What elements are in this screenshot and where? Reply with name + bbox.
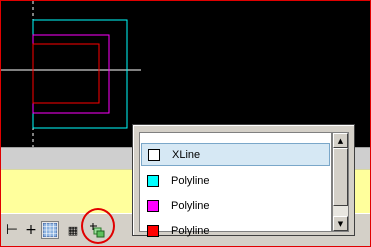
list-item[interactable]: Polyline [141,194,330,217]
crosshair-icon[interactable]: + [22,221,40,239]
color-swatch-white [148,148,160,161]
list-item[interactable]: Polyline [141,219,330,242]
ortho-icon[interactable]: ⊢ [3,221,21,239]
polyline-magenta [32,34,110,114]
color-swatch-magenta [147,199,159,212]
list-item[interactable]: XLine [141,143,330,166]
layer-icon[interactable] [88,221,106,239]
color-swatch-red [147,224,159,237]
layers-list[interactable]: XLine Polyline Polyline Polyline [139,132,332,237]
list-item[interactable]: Polyline [141,169,330,192]
polyline-cyan [32,19,128,129]
list-item-label: Polyline [171,199,210,212]
layers-dropdown[interactable]: XLine Polyline Polyline Polyline ▲ ▼ [132,124,355,237]
list-item-label: Polyline [171,174,210,187]
scroll-up-icon[interactable]: ▲ [333,133,348,148]
list-item-label: XLine [172,148,201,161]
color-swatch-cyan [147,174,159,187]
polyline-red [32,43,100,104]
scroll-down-icon[interactable]: ▼ [333,216,348,231]
list-item-label: Polyline [171,224,210,237]
calculator-icon[interactable]: ▦ [64,221,82,239]
list-scrollbar[interactable]: ▲ ▼ [332,132,349,232]
scroll-thumb[interactable] [333,148,348,206]
grid-icon[interactable] [41,221,59,239]
